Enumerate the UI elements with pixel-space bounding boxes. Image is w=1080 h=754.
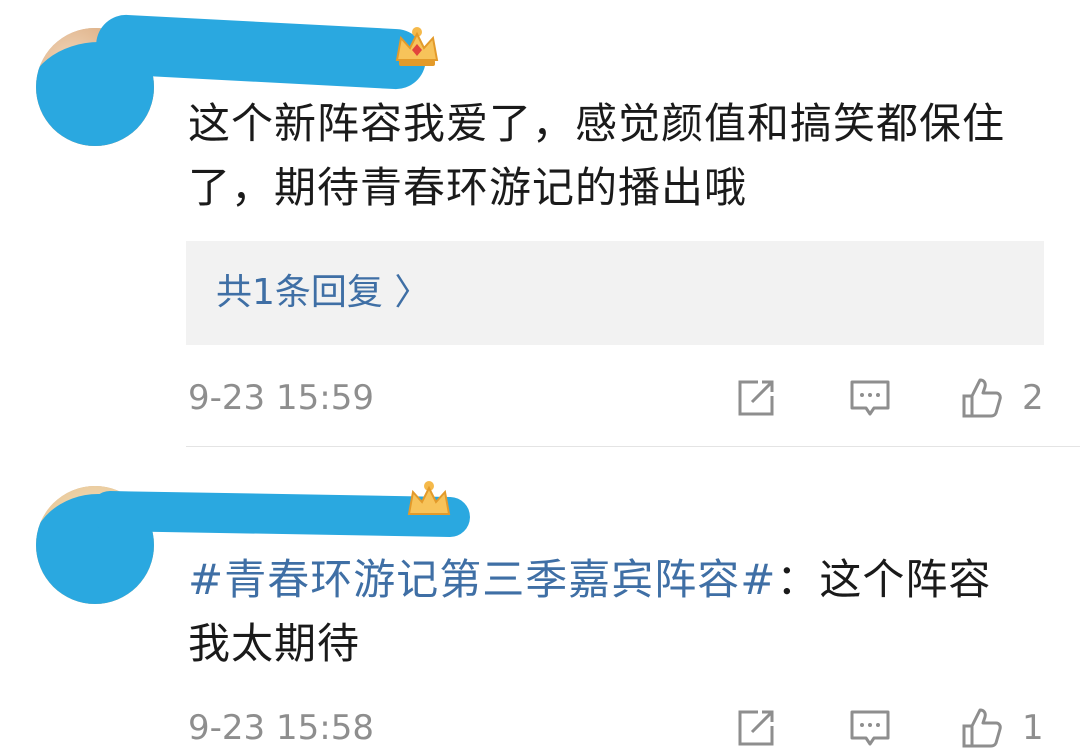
reply-count-link[interactable]: 共1条回复 〉 [216, 241, 430, 345]
crown-icon [407, 481, 451, 515]
comment-icon[interactable] [848, 706, 892, 750]
reply-summary-box[interactable]: 共1条回复 〉 [186, 241, 1044, 345]
like-count: 2 [1022, 378, 1044, 418]
comment-icon[interactable] [848, 376, 892, 420]
like-count: 1 [1022, 708, 1044, 748]
comment-meta: 9-23 15:59 2 [188, 374, 1048, 422]
divider [186, 446, 1080, 447]
timestamp: 9-23 15:59 [188, 378, 374, 418]
share-icon[interactable] [734, 706, 778, 750]
thumbs-up-icon[interactable] [960, 706, 1004, 750]
comment-meta: 9-23 15:58 1 [188, 704, 1048, 752]
comment-text: 这个新阵容我爱了，感觉颜值和搞笑都保住了，期待青春环游记的播出哦 [188, 99, 1006, 212]
crown-icon [395, 27, 439, 66]
comment-text: #青春环游记第三季嘉宾阵容#：这个阵容我太期待 [188, 548, 1028, 676]
timestamp: 9-23 15:58 [188, 708, 374, 748]
thumbs-up-icon[interactable] [960, 376, 1004, 420]
comment-item: 这个新阵容我爱了，感觉颜值和搞笑都保住了，期待青春环游记的播出哦 共1条回复 〉… [0, 0, 1080, 447]
comment-item: #青春环游记第三季嘉宾阵容#：这个阵容我太期待 9-23 15:58 1 [0, 448, 1080, 754]
topic-hashtag-link[interactable]: #青春环游记第三季嘉宾阵容# [188, 555, 776, 604]
share-icon[interactable] [734, 376, 778, 420]
